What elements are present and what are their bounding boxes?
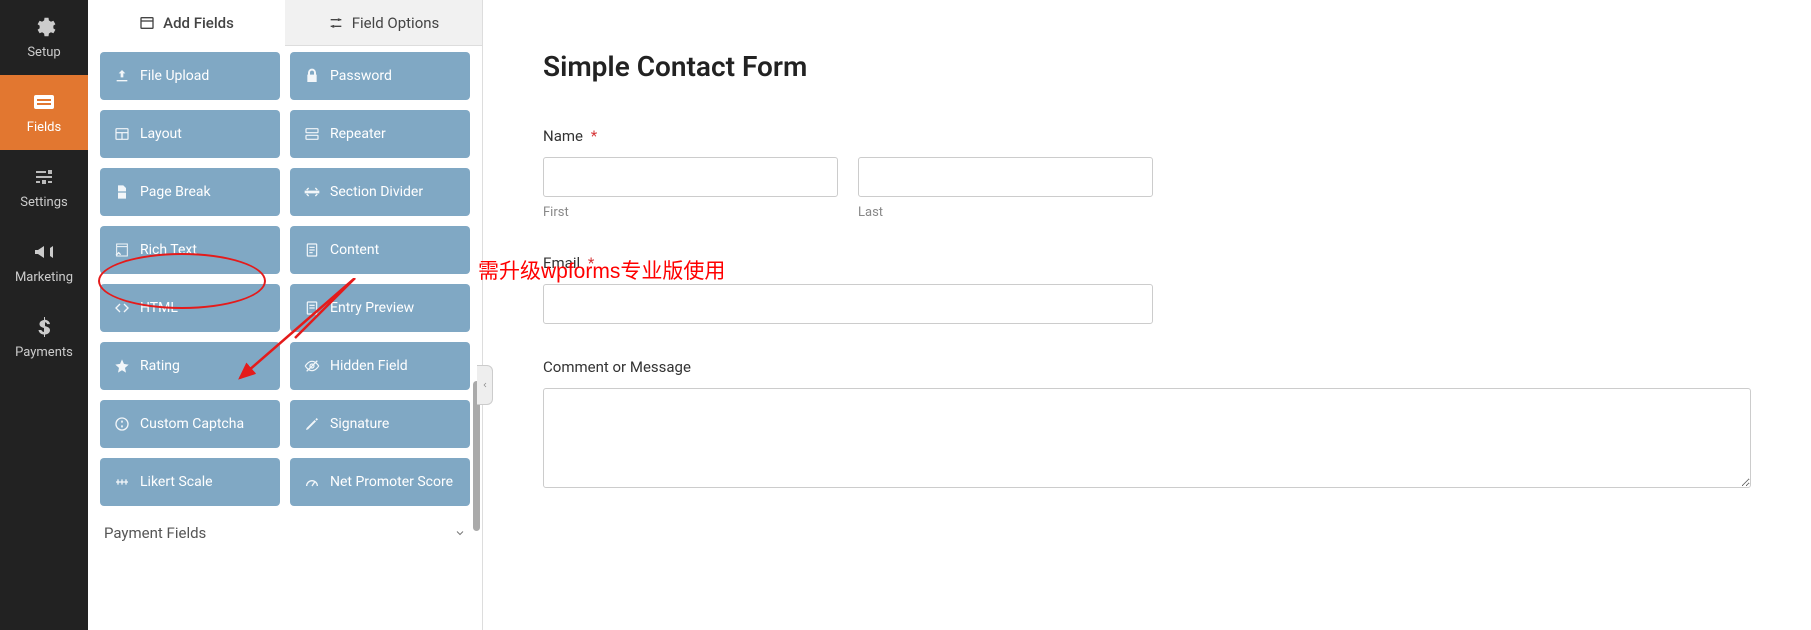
- field-hidden[interactable]: Hidden Field: [290, 342, 470, 390]
- nav-marketing[interactable]: Marketing: [0, 225, 88, 300]
- nav-label: Setup: [27, 45, 60, 60]
- tab-label: Field Options: [352, 14, 440, 32]
- tab-label: Add Fields: [163, 14, 234, 32]
- field-label: Section Divider: [330, 184, 423, 200]
- section-label: Payment Fields: [104, 524, 206, 542]
- tab-field-options[interactable]: Field Options: [285, 0, 482, 46]
- field-label: Net Promoter Score: [330, 474, 453, 490]
- field-label: Custom Captcha: [140, 416, 244, 432]
- nav-settings[interactable]: Settings: [0, 150, 88, 225]
- field-section-divider[interactable]: Section Divider: [290, 168, 470, 216]
- sliders-icon: [328, 15, 344, 31]
- field-content[interactable]: Content: [290, 226, 470, 274]
- bullhorn-icon: [32, 240, 56, 264]
- field-file-upload[interactable]: File Upload: [100, 52, 280, 100]
- field-label: HTML: [140, 300, 178, 316]
- field-nps[interactable]: Net Promoter Score: [290, 458, 470, 506]
- star-icon: [114, 358, 130, 374]
- field-password[interactable]: Password: [290, 52, 470, 100]
- field-page-break[interactable]: Page Break: [100, 168, 280, 216]
- field-html[interactable]: HTML: [100, 284, 280, 332]
- field-label: Page Break: [140, 184, 211, 200]
- field-repeater[interactable]: Repeater: [290, 110, 470, 158]
- panel-collapse-handle[interactable]: [477, 365, 493, 405]
- section-payment-fields[interactable]: Payment Fields: [100, 506, 470, 550]
- gear-icon: [32, 15, 56, 39]
- first-sublabel: First: [543, 205, 838, 220]
- field-layout[interactable]: Layout: [100, 110, 280, 158]
- code-icon: [114, 300, 130, 316]
- upload-icon: [114, 68, 130, 84]
- tab-add-fields[interactable]: Add Fields: [88, 0, 285, 46]
- field-label: Hidden Field: [330, 358, 408, 374]
- field-label: Repeater: [330, 126, 386, 142]
- sliders-icon: [32, 165, 56, 189]
- layout-icon: [114, 126, 130, 142]
- nav-label: Settings: [20, 195, 67, 210]
- richtext-icon: [114, 242, 130, 258]
- nav-label: Marketing: [15, 270, 73, 285]
- field-label: Rich Text: [140, 242, 197, 258]
- field-captcha[interactable]: Custom Captcha: [100, 400, 280, 448]
- last-name-input[interactable]: [858, 157, 1153, 197]
- field-name-row: Name * First Last: [543, 127, 1751, 220]
- field-label: Layout: [140, 126, 182, 142]
- field-label: Likert Scale: [140, 474, 213, 490]
- field-label: Entry Preview: [330, 300, 414, 316]
- list-icon: [32, 90, 56, 114]
- field-rich-text[interactable]: Rich Text: [100, 226, 280, 274]
- repeater-icon: [304, 126, 320, 142]
- divider-icon: [304, 184, 320, 200]
- preview-icon: [304, 300, 320, 316]
- nav-payments[interactable]: Payments: [0, 300, 88, 375]
- field-message-row: Comment or Message: [543, 358, 1751, 492]
- field-label: Content: [330, 242, 379, 258]
- lock-icon: [304, 68, 320, 84]
- likert-icon: [114, 474, 130, 490]
- field-email-row: Email *: [543, 254, 1751, 324]
- chevron-down-icon: [454, 527, 466, 539]
- window-icon: [139, 15, 155, 31]
- form-title: Simple Contact Form: [543, 50, 1751, 83]
- nav-fields[interactable]: Fields: [0, 75, 88, 150]
- field-label: File Upload: [140, 68, 209, 84]
- required-mark: *: [588, 254, 594, 272]
- content-icon: [304, 242, 320, 258]
- hidden-icon: [304, 358, 320, 374]
- nav-setup[interactable]: Setup: [0, 0, 88, 75]
- message-textarea[interactable]: [543, 388, 1751, 488]
- captcha-icon: [114, 416, 130, 432]
- email-input[interactable]: [543, 284, 1153, 324]
- dollar-icon: [32, 315, 56, 339]
- nav-label: Fields: [27, 120, 61, 135]
- field-rating[interactable]: Rating: [100, 342, 280, 390]
- pagebreak-icon: [114, 184, 130, 200]
- required-mark: *: [591, 127, 597, 145]
- field-likert[interactable]: Likert Scale: [100, 458, 280, 506]
- form-preview[interactable]: Simple Contact Form Name * First Last Em…: [483, 0, 1811, 630]
- gauge-icon: [304, 474, 320, 490]
- field-entry-preview[interactable]: Entry Preview: [290, 284, 470, 332]
- last-sublabel: Last: [858, 205, 1153, 220]
- field-label: Signature: [330, 416, 389, 432]
- nav-label: Payments: [15, 345, 73, 360]
- chevron-left-icon: [481, 379, 489, 391]
- email-label: Email *: [543, 254, 1751, 272]
- first-name-input[interactable]: [543, 157, 838, 197]
- message-label: Comment or Message: [543, 358, 1751, 376]
- field-signature[interactable]: Signature: [290, 400, 470, 448]
- field-label: Password: [330, 68, 392, 84]
- name-label: Name *: [543, 127, 1751, 145]
- pencil-icon: [304, 416, 320, 432]
- field-label: Rating: [140, 358, 180, 374]
